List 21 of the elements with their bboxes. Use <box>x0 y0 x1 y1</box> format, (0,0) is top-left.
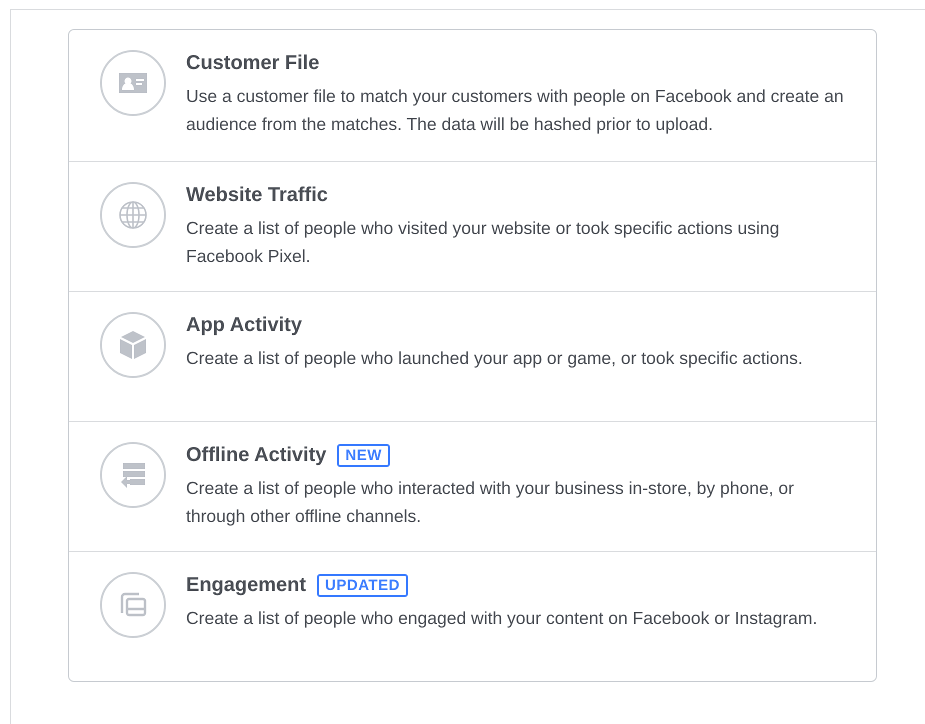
option-title: Website Traffic <box>186 184 328 207</box>
audience-option[interactable]: App Activity Create a list of people who launched your app or game, or took specific actions. <box>69 291 876 421</box>
option-description: Use a customer file to match your customers with people on Facebook and create an audience from the matches. The data will be hashed prior to upload. <box>186 85 845 136</box>
option-title: Engagement <box>186 574 306 597</box>
option-badge: NEW <box>337 444 390 467</box>
option-description: Create a list of people who visited your website or took specific actions using Facebook Pixel. <box>186 217 780 268</box>
stacked-cards-icon <box>118 591 148 619</box>
contact-card-icon <box>118 71 148 95</box>
audience-option[interactable]: Customer File Use a customer file to match your customers with people on Facebook and create an audience from the matches. The data will be hashed prior to upload. <box>69 30 876 161</box>
option-badge: UPDATED <box>317 574 408 597</box>
option-title: Offline Activity <box>186 444 326 467</box>
option-title: App Activity <box>186 314 302 337</box>
audience-option[interactable]: Engagement UPDATED Create a list of people who engaged with your content on Facebook or Instagram. <box>69 551 876 681</box>
option-description: Create a list of people who interacted with your business in-store, by phone, or through other offline channels. <box>186 477 795 528</box>
cube-icon <box>119 330 147 360</box>
option-title: Customer File <box>186 52 320 75</box>
audience-option[interactable]: Website Traffic Create a list of people who visited your website or took specific actions using Facebook Pixel. <box>69 161 876 291</box>
option-description: Create a list of people who engaged with your content on Facebook or Instagram. <box>186 607 818 630</box>
audience-option[interactable]: Offline Activity NEW Create a list of people who interacted with your business in-store, by phone, or through other offline channels. <box>69 421 876 551</box>
option-description: Create a list of people who launched your app or game, or took specific actions. <box>186 347 804 370</box>
globe-icon <box>118 200 148 230</box>
